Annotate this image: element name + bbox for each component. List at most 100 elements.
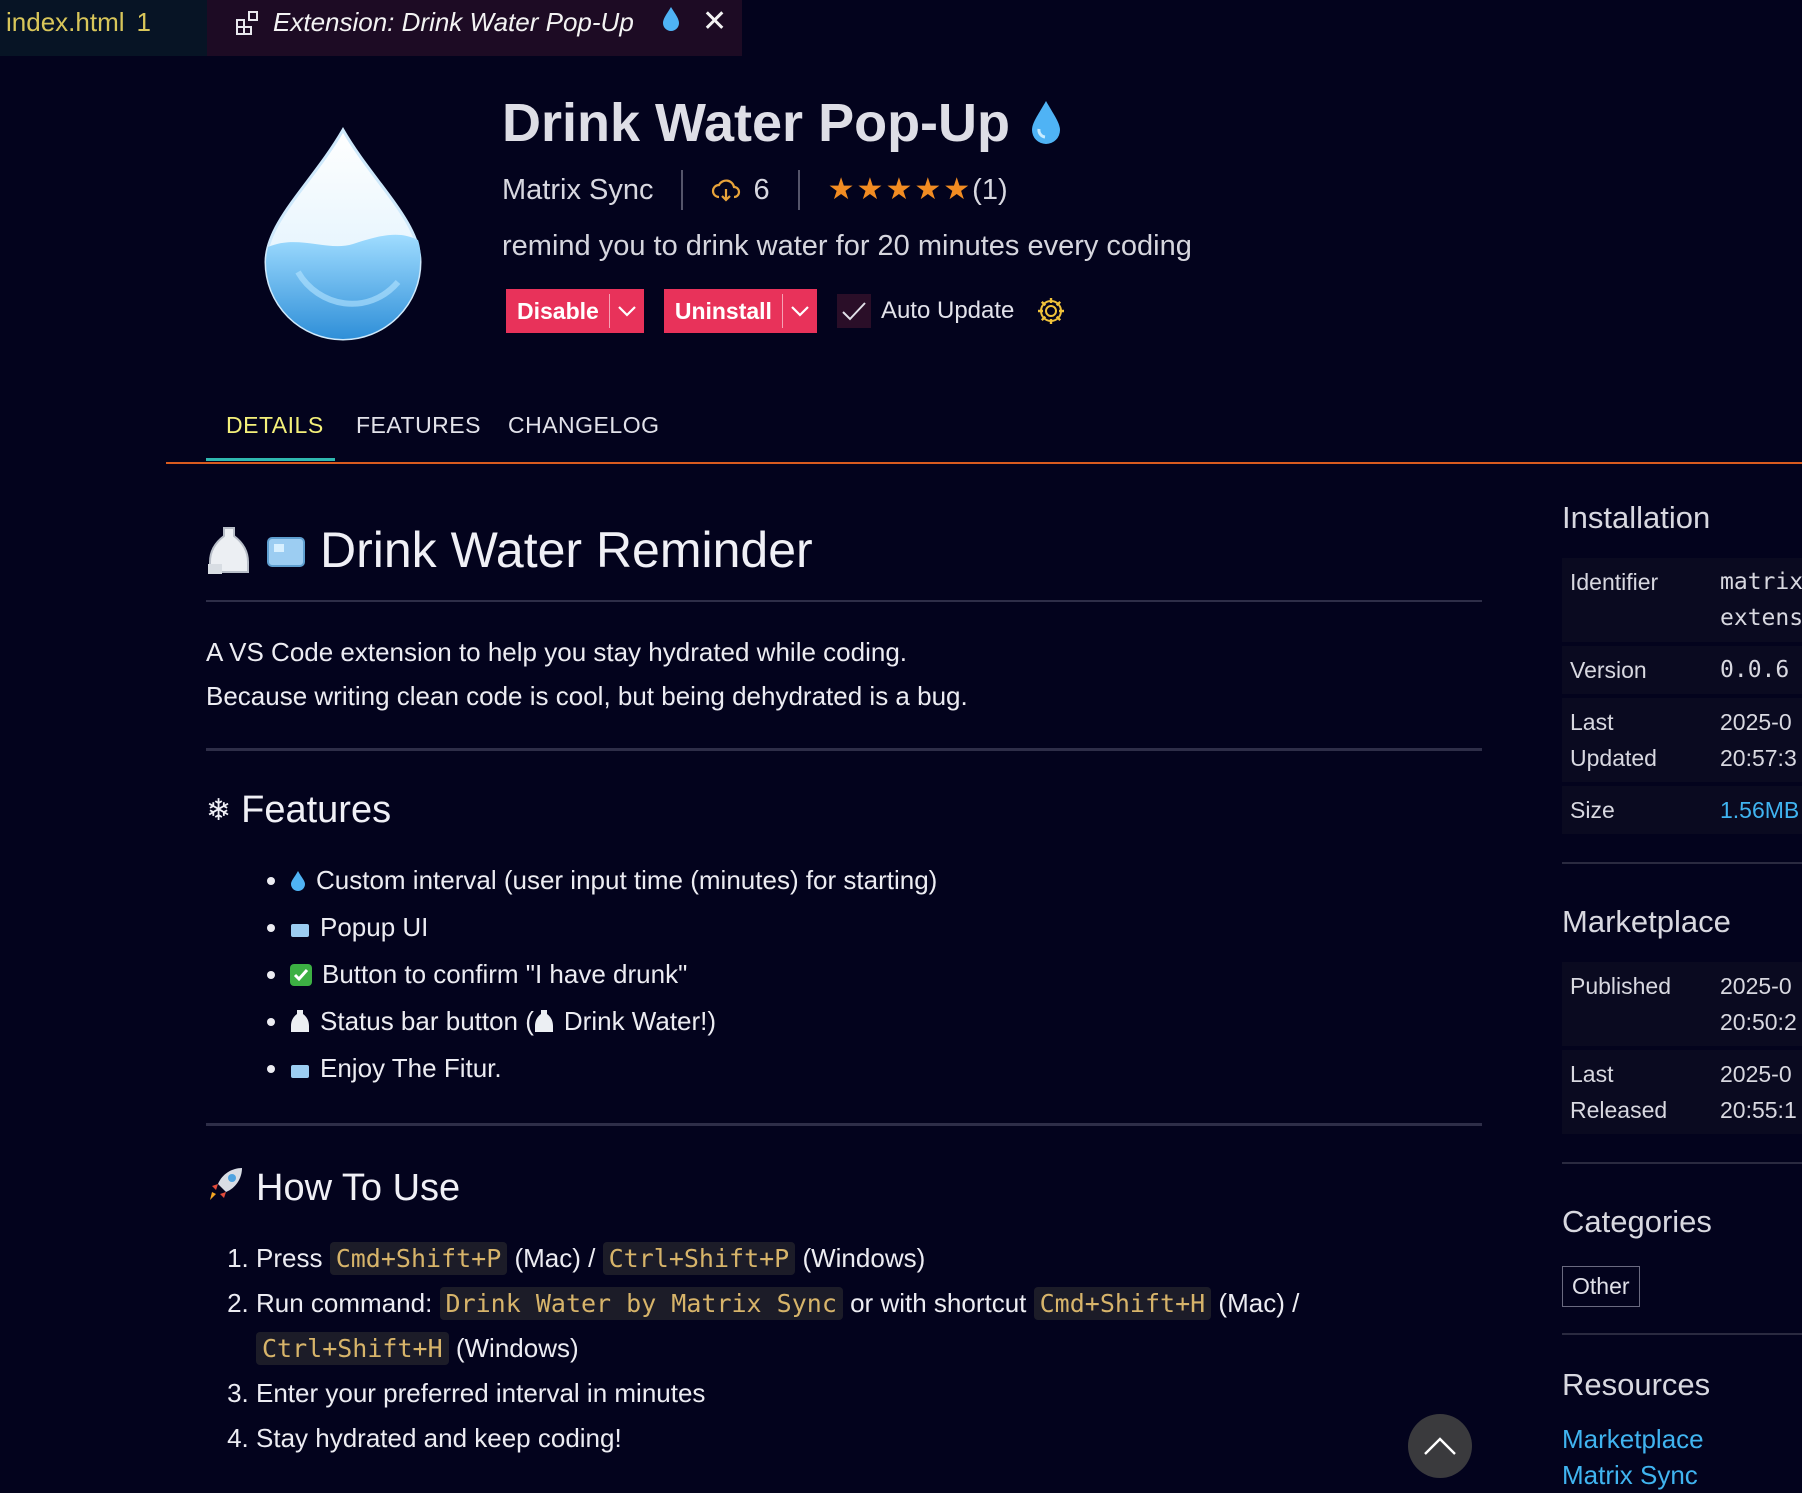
divider [1562,1162,1802,1164]
list-item: Status bar button (Drink Water!) [290,999,1482,1046]
features-list: Custom interval (user input time (minute… [206,858,1482,1093]
divider [206,1123,1482,1126]
feature-text: Drink Water!) [563,1006,717,1036]
step-text: Run command: [256,1288,440,1318]
marketplace-link[interactable]: Marketplace [1562,1421,1802,1457]
value-line: matrix [1720,569,1802,595]
star-icon: ★ [914,173,942,206]
rating-count: (1) [972,173,1008,206]
resources-links: Marketplace Matrix Sync [1562,1421,1802,1493]
intro-paragraph: A VS Code extension to help you stay hyd… [206,630,1482,718]
row-key: Size [1570,797,1615,823]
key-line: Last [1570,1061,1614,1087]
active-tab-indicator [206,458,335,461]
list-item: Press Cmd+Shift+P (Mac) / Ctrl+Shift+P (… [256,1236,1482,1281]
tab-features[interactable]: FEATURES [356,412,481,439]
list-item: Popup UI [290,905,1482,952]
marketplace-table: Published 2025-0 20:50:2 Last Released 202… [1562,962,1802,1134]
table-row: Version 0.0.6 [1562,646,1802,694]
sake-bottle-icon [534,1002,554,1046]
categories-heading: Categories [1562,1204,1712,1239]
chevron-down-icon[interactable] [781,294,817,328]
auto-update-checkbox[interactable] [836,294,871,328]
chevron-down-icon[interactable] [608,294,644,328]
tab-index-html[interactable]: index.html 1 [0,0,207,56]
inline-code: Drink Water by Matrix Sync [439,1287,843,1320]
sake-bottle-icon [290,1002,310,1046]
marketplace-heading: Marketplace [1562,904,1731,939]
editor-tab-bar: index.html 1 Extension: Drink Water Pop-U… [0,0,1802,56]
step-text: (Windows) [795,1243,926,1273]
inline-code: Ctrl+Shift+P [602,1242,796,1275]
extension-meta: Matrix Sync 6 ★ ★ ★ ★ ★ (1) [502,170,1008,210]
publisher-name[interactable]: Matrix Sync [502,174,653,207]
value-line: 20:55:1 [1720,1097,1797,1123]
category-chip[interactable]: Other [1562,1266,1640,1307]
row-key: Version [1570,657,1647,683]
key-line: Last [1570,709,1614,735]
row-value: 0.0.6 [1720,657,1790,683]
tab-extension-drink-water[interactable]: Extension: Drink Water Pop-Up ✕ [207,0,742,56]
divider [206,748,1482,751]
step-text: (Mac) / [1211,1288,1300,1318]
intro-line: A VS Code extension to help you stay hyd… [206,637,907,667]
publisher-link[interactable]: Matrix Sync [1562,1457,1802,1493]
cloud-download-icon [712,179,741,202]
divider [797,170,800,210]
value-line: 2025-0 [1720,973,1792,999]
chevron-up-icon [1424,1437,1456,1455]
row-key: Last Updated [1562,704,1720,776]
water-drop-icon [662,0,680,44]
resources-heading: Resources [1562,1367,1711,1402]
star-icon: ★ [943,173,971,206]
gear-icon[interactable] [1036,296,1066,326]
step-text: (Mac) / [507,1243,603,1273]
water-drop-icon [290,861,306,905]
step-text: Press [256,1243,330,1273]
snowflake-icon: ❄ [206,794,232,827]
star-icon: ★ [885,173,913,206]
installation-table: Identifier matrix extens Version 0.0.6 La… [1562,558,1802,834]
install-count: 6 [753,173,770,206]
tab-label: index.html [6,7,125,37]
row-key: Last Released [1562,1056,1720,1128]
uninstall-button[interactable]: Uninstall [663,289,817,333]
table-row: Identifier matrix extens [1562,558,1802,642]
auto-update-label: Auto Update [880,297,1015,324]
scroll-to-top-button[interactable] [1408,1414,1472,1478]
size-link[interactable]: 1.56MB [1720,792,1799,828]
details-sidebar: Installation Identifier matrix extens Ver… [1562,500,1802,1493]
heading-text: Features [241,789,392,831]
tab-details[interactable]: DETAILS [226,412,324,439]
tab-changelog[interactable]: CHANGELOG [508,412,659,439]
sake-bottle-icon [206,524,252,576]
feature-text: Enjoy The Fitur. [320,1053,502,1083]
value-line: 2025-0 [1720,709,1792,735]
list-item: Enjoy The Fitur. [290,1046,1482,1093]
features-heading: ❄ Features [206,789,1482,832]
feature-text: Popup UI [320,912,429,942]
close-icon[interactable]: ✕ [702,0,727,44]
water-drop-icon [1032,101,1061,144]
readme-title: Drink Water Reminder [206,510,1482,602]
row-value: 2025-0 20:57:3 [1720,704,1797,776]
howto-heading: How To Use [206,1164,1482,1212]
value-line: 2025-0 [1720,1061,1792,1087]
table-row: Published 2025-0 20:50:2 [1562,962,1802,1046]
key-line: Released [1570,1097,1668,1123]
list-item: Button to confirm "I have drunk" [290,952,1482,999]
extension-actions: Disable Uninstall Auto Update [506,289,1066,333]
rocket-icon [206,1164,246,1212]
feature-text: Button to confirm "I have drunk" [322,959,688,989]
row-key: Identifier [1570,569,1659,595]
list-item: Enter your preferred interval in minutes [256,1371,1482,1416]
table-row: Last Updated 2025-0 20:57:3 [1562,698,1802,782]
list-item: Custom interval (user input time (minute… [290,858,1482,905]
extension-title: Drink Water Pop-Up [502,92,1062,154]
list-item: Stay hydrated and keep coding! [256,1416,1482,1461]
feature-text: Custom interval (user input time (minute… [316,865,938,895]
rating[interactable]: ★ ★ ★ ★ ★ (1) [828,174,1008,207]
howto-steps: Press Cmd+Shift+P (Mac) / Ctrl+Shift+P (… [206,1236,1482,1461]
check-mark-button-icon [290,955,312,999]
disable-button[interactable]: Disable [506,289,644,333]
